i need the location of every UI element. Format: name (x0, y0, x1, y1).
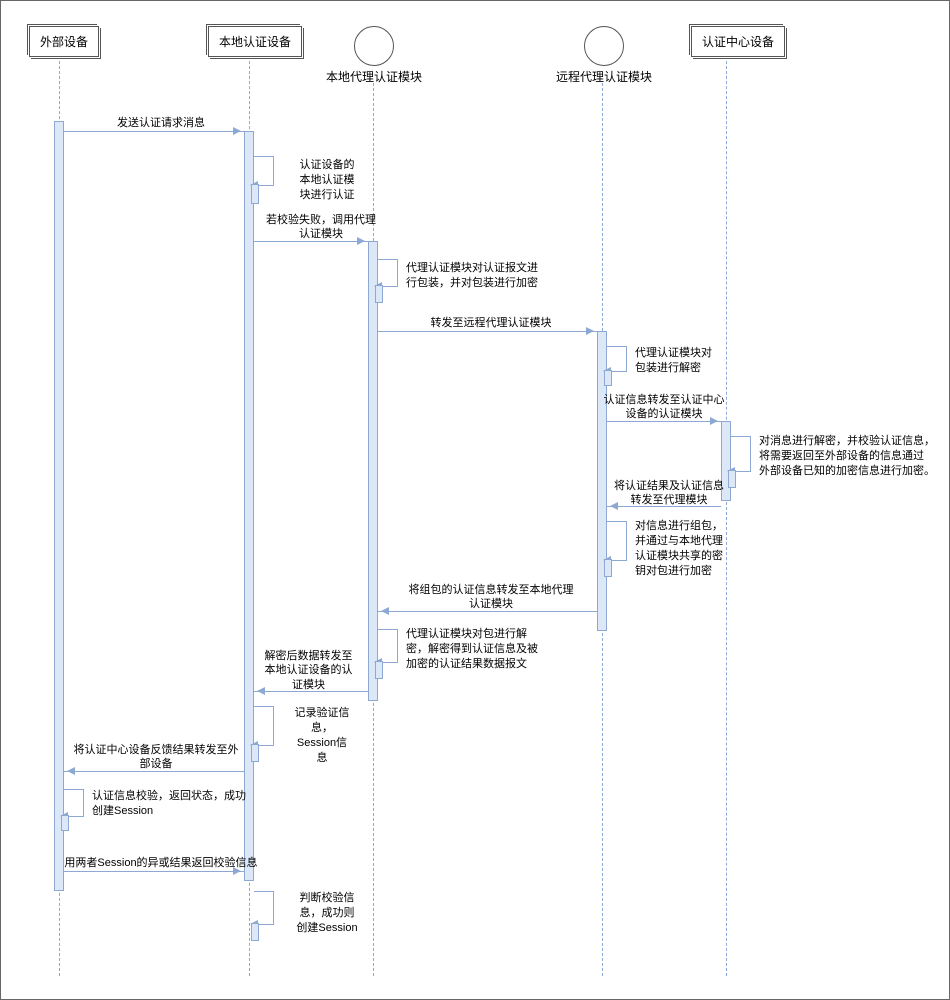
participant-circle-icon (584, 26, 624, 66)
label-m12: 代理认证模块对包进行解密，解密得到认证信息及被加密的认证结果数据报文 (406, 627, 566, 672)
participant-label: 外部设备 (40, 35, 88, 49)
label-m9: 将认证结果及认证信息转发至代理模块 (599, 479, 739, 508)
label-m2: 认证设备的本地认证模块进行认证 (282, 158, 372, 203)
label-m16: 认证信息校验，返回状态，成功创建Session (92, 789, 272, 819)
label-m18: 判断校验信息，成功则创建Session (282, 891, 372, 936)
participant-circle-icon (354, 26, 394, 66)
participant-box: 认证中心设备 (691, 26, 785, 57)
label-m17: 用两者Session的异或结果返回校验信息 (56, 856, 266, 870)
label-m8: 对消息进行解密，并校验认证信息，将需要返回至外部设备的信息通过外部设备已知的加密… (759, 434, 949, 479)
label-m3: 若校验失败，调用代理认证模块 (256, 213, 386, 242)
label-m14: 记录验证信息，Session信息 (282, 706, 362, 765)
participant-external: 外部设备 (29, 26, 99, 57)
arrow-m17 (64, 871, 244, 872)
lifeline-auth-center (726, 56, 727, 976)
participant-label: 认证中心设备 (702, 35, 774, 49)
participant-label: 本地认证设备 (219, 35, 291, 49)
label-m7: 认证信息转发至认证中心设备的认证模块 (589, 393, 739, 422)
label-m13: 解密后数据转发至本地认证设备的认证模块 (251, 649, 366, 692)
participant-local-auth: 本地认证设备 (208, 26, 302, 57)
label-m4: 代理认证模块对认证报文进行包装，并对包装进行加密 (406, 261, 576, 291)
label-m10: 对信息进行组包，并通过与本地代理认证模块共享的密钥对包进行加密 (635, 519, 755, 578)
participant-local-proxy: 本地代理认证模块 (326, 26, 422, 85)
activation-external (54, 121, 64, 891)
label-m5: 转发至远程代理认证模块 (416, 316, 566, 330)
arrow-m1 (64, 131, 244, 132)
participant-auth-center: 认证中心设备 (691, 26, 785, 57)
participant-label: 远程代理认证模块 (556, 68, 652, 85)
label-m6: 代理认证模块对包装进行解密 (635, 346, 735, 376)
sequence-diagram: 外部设备 本地认证设备 本地代理认证模块 远程代理认证模块 认证中心设备 发送认… (1, 1, 949, 999)
participant-label: 本地代理认证模块 (326, 68, 422, 85)
label-m1: 发送认证请求消息 (86, 116, 236, 130)
label-m15: 将认证中心设备反馈结果转发至外部设备 (61, 743, 251, 772)
participant-remote-proxy: 远程代理认证模块 (556, 26, 652, 85)
arrow-m5 (378, 331, 597, 332)
participant-box: 外部设备 (29, 26, 99, 57)
participant-box: 本地认证设备 (208, 26, 302, 57)
activation-local-proxy (368, 241, 378, 701)
label-m11: 将组包的认证信息转发至本地代理认证模块 (391, 583, 591, 612)
